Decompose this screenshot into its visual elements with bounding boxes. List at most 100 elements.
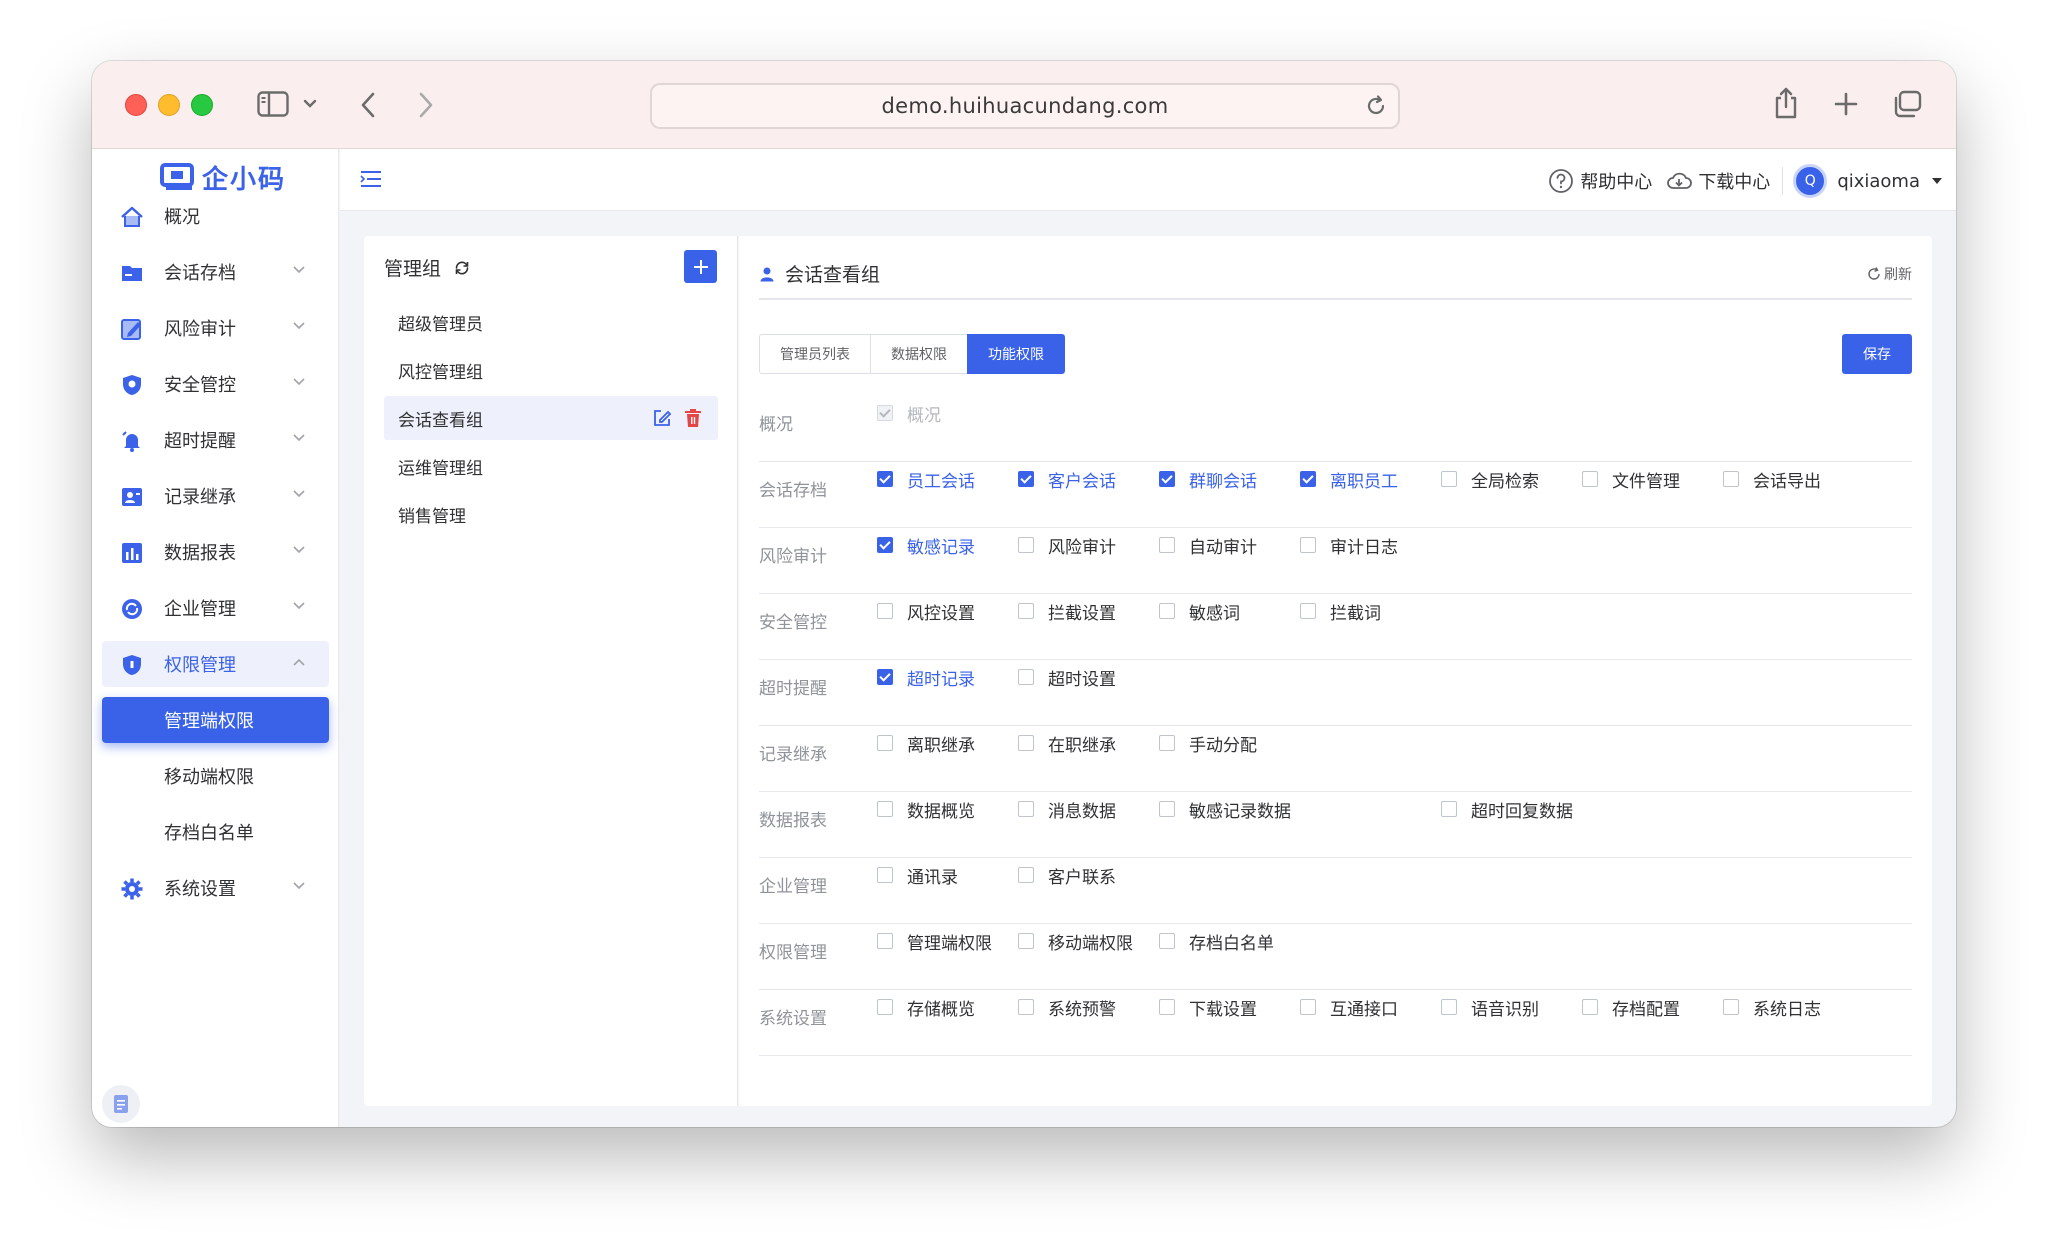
permission-checkbox[interactable]: 系统预警 — [1018, 995, 1116, 1020]
new-tab-icon[interactable] — [1833, 91, 1859, 117]
permission-checkbox[interactable]: 敏感词 — [1159, 599, 1240, 624]
permission-checkbox[interactable]: 通讯录 — [877, 863, 958, 888]
sidebar-item-system-settings[interactable]: 系统设置 — [102, 865, 329, 911]
group-item[interactable]: 销售管理 — [384, 492, 718, 536]
tab-function-permissions[interactable]: 功能权限 — [967, 334, 1065, 374]
checkbox-icon — [1300, 999, 1316, 1015]
delete-icon[interactable] — [684, 408, 702, 428]
permission-checkbox[interactable]: 移动端权限 — [1018, 929, 1133, 954]
permission-checkbox[interactable]: 拦截词 — [1300, 599, 1381, 624]
permission-checkbox[interactable]: 客户联系 — [1018, 863, 1116, 888]
sidebar-item-reports[interactable]: 数据报表 — [102, 529, 329, 575]
help-center-link[interactable]: 帮助中心 — [1548, 168, 1652, 194]
permission-row-label: 企业管理 — [759, 877, 827, 897]
checkbox-icon — [1441, 801, 1457, 817]
permission-checkbox[interactable]: 超时回复数据 — [1441, 797, 1573, 822]
chevron-down-icon — [293, 546, 305, 554]
permission-checkbox[interactable]: 员工会话 — [877, 467, 975, 492]
sidebar-item-admin-permissions[interactable]: 管理端权限 — [102, 697, 329, 743]
sidebar-item-permissions[interactable]: 权限管理 — [102, 641, 329, 687]
checkbox-checked-icon — [877, 537, 893, 553]
checkbox-icon — [1723, 999, 1739, 1015]
sidebar-item-enterprise[interactable]: 企业管理 — [102, 585, 329, 631]
permission-checkbox[interactable]: 自动审计 — [1159, 533, 1257, 558]
permission-checkbox[interactable]: 存档配置 — [1582, 995, 1680, 1020]
permission-checkbox[interactable]: 全局检索 — [1441, 467, 1539, 492]
permission-checkbox[interactable]: 系统日志 — [1723, 995, 1821, 1020]
permission-checkbox[interactable]: 存储概览 — [877, 995, 975, 1020]
permission-checkbox-label: 管理端权限 — [907, 933, 992, 954]
permission-checkbox[interactable]: 会话导出 — [1723, 467, 1821, 492]
permission-checkbox-label: 移动端权限 — [1048, 933, 1133, 954]
permission-checkbox[interactable]: 风控设置 — [877, 599, 975, 624]
permission-checkbox[interactable]: 下载设置 — [1159, 995, 1257, 1020]
sidebar-item-label: 会话存档 — [164, 263, 236, 284]
permission-checkbox[interactable]: 数据概览 — [877, 797, 975, 822]
sidebar-item-mobile-permissions[interactable]: 移动端权限 — [102, 753, 329, 799]
group-item[interactable]: 超级管理员 — [384, 300, 718, 344]
permission-checkbox[interactable]: 在职继承 — [1018, 731, 1116, 756]
permission-checkbox-label: 客户会话 — [1048, 471, 1116, 492]
sidebar-toggle-icon[interactable] — [256, 89, 290, 119]
tab-data-permissions[interactable]: 数据权限 — [870, 334, 968, 374]
permission-checkbox[interactable]: 审计日志 — [1300, 533, 1398, 558]
permission-checkbox[interactable]: 风险审计 — [1018, 533, 1116, 558]
group-item-selected[interactable]: 会话查看组 — [384, 396, 718, 440]
permission-checkbox[interactable]: 语音识别 — [1441, 995, 1539, 1020]
back-icon[interactable] — [358, 91, 378, 119]
sidebar-item-archive[interactable]: 会话存档 — [102, 249, 329, 295]
sidebar-item-archive-whitelist[interactable]: 存档白名单 — [102, 809, 329, 855]
add-group-button[interactable] — [684, 250, 717, 283]
forward-icon[interactable] — [416, 91, 436, 119]
tab-overview-icon[interactable] — [1891, 89, 1923, 119]
user-menu[interactable]: Q qixiaoma — [1793, 164, 1942, 198]
close-window-button[interactable] — [125, 94, 147, 116]
permission-checkbox-label: 存储概览 — [907, 999, 975, 1020]
checkbox-icon — [1018, 603, 1034, 619]
permission-checkbox-label: 拦截设置 — [1048, 603, 1116, 624]
chevron-down-icon — [293, 322, 305, 330]
permission-checkbox[interactable]: 敏感记录 — [877, 533, 975, 558]
group-item[interactable]: 运维管理组 — [384, 444, 718, 488]
permission-checkbox[interactable]: 管理端权限 — [877, 929, 992, 954]
refresh-icon[interactable] — [453, 259, 471, 277]
sidebar-item-inherit[interactable]: 记录继承 — [102, 473, 329, 519]
permission-checkbox[interactable]: 互通接口 — [1300, 995, 1398, 1020]
checkbox-checked-icon — [877, 669, 893, 685]
edit-icon[interactable] — [652, 408, 672, 428]
logo[interactable]: 企小码 — [160, 161, 286, 195]
permission-checkbox[interactable]: 客户会话 — [1018, 467, 1116, 492]
permission-checkbox: 概况 — [877, 401, 941, 426]
address-bar[interactable]: demo.huihuacundang.com — [650, 83, 1400, 129]
reload-icon[interactable] — [1364, 94, 1388, 123]
permission-checkbox[interactable]: 敏感记录数据 — [1159, 797, 1291, 822]
permission-checkbox-label: 会话导出 — [1753, 471, 1821, 492]
permission-checkbox[interactable]: 离职继承 — [877, 731, 975, 756]
chevron-down-icon[interactable] — [302, 97, 318, 111]
permission-checkbox[interactable]: 超时设置 — [1018, 665, 1116, 690]
permission-checkbox[interactable]: 群聊会话 — [1159, 467, 1257, 492]
save-button[interactable]: 保存 — [1842, 334, 1912, 374]
sidebar-item-timeout[interactable]: 超时提醒 — [102, 417, 329, 463]
permission-checkbox[interactable]: 消息数据 — [1018, 797, 1116, 822]
permission-checkbox[interactable]: 文件管理 — [1582, 467, 1680, 492]
sidebar-item-security[interactable]: 安全管控 — [102, 361, 329, 407]
permission-row: 记录继承 离职继承 在职继承 手动分配 — [759, 726, 1912, 792]
sidebar-item-risk-audit[interactable]: 风险审计 — [102, 305, 329, 351]
permission-checkbox[interactable]: 存档白名单 — [1159, 929, 1274, 954]
permission-checkbox[interactable]: 超时记录 — [877, 665, 975, 690]
group-item[interactable]: 风控管理组 — [384, 348, 718, 392]
download-center-link[interactable]: 下载中心 — [1666, 168, 1770, 194]
share-icon[interactable] — [1772, 85, 1800, 121]
detail-title-text: 会话查看组 — [785, 264, 881, 286]
docs-button[interactable] — [102, 1085, 140, 1123]
permission-checkbox[interactable]: 拦截设置 — [1018, 599, 1116, 624]
refresh-button[interactable]: 刷新 — [1866, 264, 1912, 284]
minimize-window-button[interactable] — [158, 94, 180, 116]
permission-checkbox[interactable]: 手动分配 — [1159, 731, 1257, 756]
menu-collapse-icon[interactable] — [360, 169, 382, 193]
permission-checkbox[interactable]: 离职员工 — [1300, 467, 1398, 492]
tab-admin-list[interactable]: 管理员列表 — [759, 334, 871, 374]
sidebar-item-overview[interactable]: 概况 — [102, 193, 329, 239]
zoom-window-button[interactable] — [191, 94, 213, 116]
